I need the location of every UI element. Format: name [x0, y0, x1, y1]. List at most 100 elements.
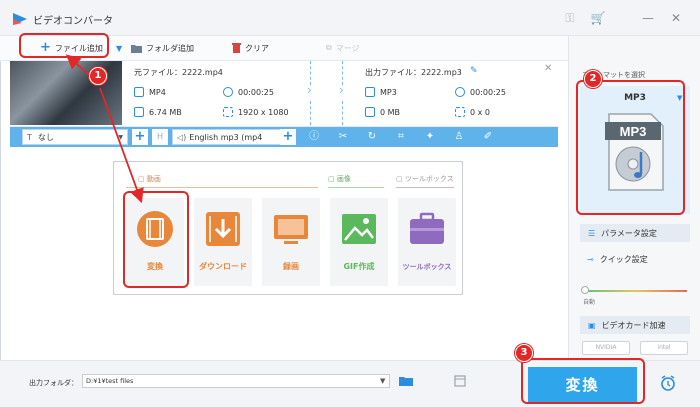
- filesize-icon: [365, 107, 375, 117]
- category-image-label: 画像: [336, 175, 351, 183]
- speed-slider-handle[interactable]: [581, 286, 589, 294]
- output-format: MP3: [380, 88, 397, 97]
- watermark-icon[interactable]: ♙: [452, 130, 466, 144]
- clock-icon: [455, 87, 465, 97]
- add-folder-button[interactable]: フォルダ追加: [131, 40, 194, 56]
- filesize-icon: [134, 107, 144, 117]
- edit-bar: T なし ▼ + H ◁) English mp3 (mp4 + ⓘ ✂ ↻ ⌗…: [10, 127, 558, 147]
- clear-button[interactable]: クリア: [232, 40, 269, 56]
- app-logo-icon: [13, 13, 27, 25]
- close-button[interactable]: ✕: [668, 10, 684, 26]
- output-folder-input[interactable]: D:¥1¥test files: [82, 374, 390, 388]
- download-card-label: ダウンロード: [199, 262, 247, 271]
- cut-icon[interactable]: ✂: [336, 130, 350, 144]
- caret-down-icon: ▼: [116, 43, 123, 53]
- category-divider: [328, 187, 384, 188]
- nvidia-chip[interactable]: NVIDIA: [582, 341, 630, 355]
- download-icon: [206, 212, 240, 246]
- clock-icon: [223, 87, 233, 97]
- merge-label: マージ: [335, 43, 360, 53]
- quick-settings-label: クイック設定: [599, 255, 648, 264]
- crop-icon[interactable]: ⌗: [394, 130, 408, 144]
- remove-file-icon[interactable]: ✕: [544, 63, 552, 74]
- annotation-box-2: [576, 80, 685, 215]
- toolbox-icon: [410, 212, 444, 244]
- source-size: 6.74 MB: [149, 108, 182, 117]
- caret-down-icon: ▼: [118, 133, 123, 141]
- step-badge-3: 3: [515, 344, 533, 362]
- category-video-label: 動画: [146, 175, 161, 183]
- minimize-button[interactable]: —: [640, 10, 656, 26]
- category-toolbox-label: ツールボックス: [404, 175, 454, 183]
- info-icon[interactable]: ⓘ: [307, 130, 321, 144]
- alarm-icon[interactable]: [660, 375, 676, 391]
- separator: [342, 61, 343, 85]
- cart-icon[interactable]: 🛒: [590, 10, 606, 26]
- parameter-settings-button[interactable]: ☰ パラメータ設定: [580, 224, 690, 242]
- category-toolbox: ▢ ツールボックス: [396, 175, 454, 183]
- output-size: 0 MB: [380, 108, 401, 117]
- rotate-icon[interactable]: ↻: [365, 130, 379, 144]
- add-folder-label: フォルダ追加: [146, 43, 194, 53]
- source-resolution: 1920 x 1080: [238, 108, 289, 117]
- edit-name-icon[interactable]: ✎: [470, 66, 478, 76]
- open-folder-icon[interactable]: [399, 376, 413, 386]
- category-video: ▢ 動画: [138, 175, 161, 183]
- source-format: MP4: [149, 88, 166, 97]
- output-file-label: 出力ファイル：2222.mp3: [365, 68, 462, 77]
- hd-icon[interactable]: H: [152, 129, 168, 145]
- gpu-acceleration-label: ビデオカード加速: [601, 320, 666, 330]
- format-icon: [134, 87, 144, 97]
- window-title: ビデオコンバータ: [33, 16, 113, 27]
- annotation-box-1: [19, 33, 109, 58]
- output-duration: 00:00:25: [470, 88, 506, 97]
- audio-track-value: English mp3 (mp4: [189, 132, 263, 142]
- sliders-icon: ☰: [588, 228, 596, 238]
- source-file-label: 元ファイル：2222.mp4: [134, 68, 223, 77]
- parameter-settings-label: パラメータ設定: [601, 228, 657, 238]
- edit-icon[interactable]: ✐: [481, 130, 495, 144]
- intel-chip[interactable]: intel: [640, 341, 688, 355]
- output-resolution: 0 x 0: [470, 108, 490, 117]
- toolbox-card[interactable]: ツールボックス: [398, 198, 456, 286]
- annotation-box-convert: [123, 191, 189, 288]
- step-badge-2: 2: [584, 70, 602, 88]
- speed-label: 自動: [583, 299, 596, 306]
- gpu-icon: ▣: [588, 320, 596, 330]
- intel-label: intel: [657, 344, 671, 351]
- gif-card[interactable]: GIF作成: [330, 198, 388, 286]
- toolbox-card-label: ツールボックス: [402, 263, 452, 271]
- quick-settings-icon: ⊸: [587, 255, 594, 264]
- effects-icon[interactable]: ✦: [423, 130, 437, 144]
- quick-settings: ⊸ クイック設定: [587, 254, 648, 265]
- add-file-dropdown[interactable]: ▼: [116, 40, 122, 56]
- category-divider: [396, 187, 454, 188]
- separator: [310, 61, 311, 85]
- record-card[interactable]: 録画: [262, 198, 320, 286]
- speed-slider-track[interactable]: [584, 290, 687, 292]
- arrow-right-icon: ›: [339, 83, 344, 97]
- resolution-icon: [455, 107, 465, 117]
- audio-track-select[interactable]: ◁) English mp3 (mp4: [172, 129, 284, 145]
- key-icon[interactable]: ⚿: [562, 10, 578, 26]
- title-bar: ビデオコンバータ ⚿ 🛒 — ✕: [0, 0, 700, 36]
- add-subtitle-button[interactable]: +: [132, 129, 148, 145]
- caret-down-icon[interactable]: ▼: [380, 377, 385, 385]
- annotation-box-3: [521, 358, 645, 404]
- gpu-acceleration-button[interactable]: ▣ ビデオカード加速: [580, 316, 690, 334]
- download-card[interactable]: ダウンロード: [194, 198, 252, 286]
- image-icon: [342, 214, 376, 244]
- trash-icon: [232, 43, 241, 53]
- step-badge-1: 1: [89, 67, 107, 85]
- separator: [310, 101, 311, 125]
- folder-icon: [131, 44, 142, 53]
- output-folder-label: 出力フォルダ：: [29, 379, 78, 387]
- nvidia-label: NVIDIA: [595, 344, 617, 351]
- source-duration: 00:00:25: [238, 88, 274, 97]
- merge-button[interactable]: ⧉ マージ: [326, 40, 360, 56]
- gif-card-label: GIF作成: [343, 262, 375, 271]
- format-icon: [365, 87, 375, 97]
- schedule-icon[interactable]: [454, 375, 466, 387]
- add-audio-button[interactable]: +: [280, 129, 296, 145]
- subtitle-select[interactable]: T なし ▼: [22, 129, 128, 145]
